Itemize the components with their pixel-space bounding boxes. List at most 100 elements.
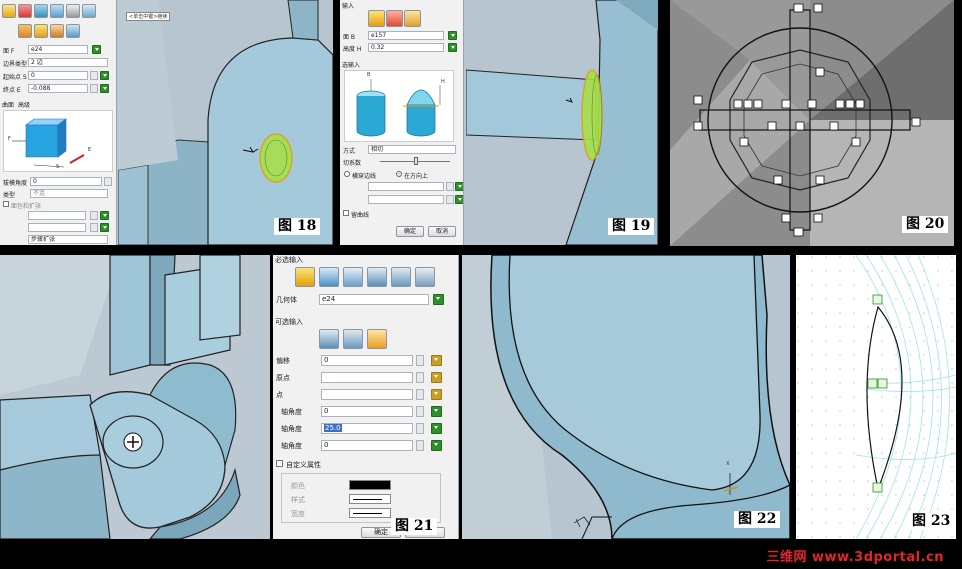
fig18-range-input[interactable] xyxy=(28,223,86,232)
fig18-end-pick[interactable] xyxy=(100,84,109,93)
fig21-row-style: 样式 xyxy=(273,493,458,506)
fig21-opt-icon-2[interactable] xyxy=(343,329,363,349)
fig21-offset-spinner[interactable] xyxy=(416,355,424,366)
fig18-checkbox[interactable] xyxy=(3,201,9,207)
fig18-direction-input[interactable] xyxy=(28,211,86,220)
fig19-extra-spinner-2[interactable] xyxy=(446,195,454,204)
fig21-geometry-input[interactable]: e24 xyxy=(319,294,429,305)
fig19-slider-thumb[interactable] xyxy=(414,157,418,165)
fig21-tool-icon-6[interactable] xyxy=(415,267,435,287)
fig18-end-spinner[interactable] xyxy=(90,84,98,93)
fig21-custom-attr-checkbox[interactable] xyxy=(276,460,283,467)
fig18-label: 拔模角度 xyxy=(3,180,28,187)
fig18-tool-icon-3[interactable] xyxy=(34,4,48,18)
fig19-extra-spinner-1[interactable] xyxy=(446,182,454,191)
fig19-extra-input-2[interactable] xyxy=(368,195,444,204)
fig19-extra-pick-2[interactable] xyxy=(455,195,463,204)
fig18-tool-icon-1[interactable] xyxy=(2,4,16,18)
fig18-tool-icon-9[interactable] xyxy=(50,24,64,38)
fig18-pick-button[interactable] xyxy=(92,45,101,54)
fig19-radio-direction[interactable] xyxy=(396,171,402,177)
fig19-height-input[interactable]: 0.32 xyxy=(368,43,444,52)
fig18-tool-icon-4[interactable] xyxy=(50,4,64,18)
fig21-angle-input-2[interactable]: 25.0 xyxy=(321,423,413,434)
fig19-viewport[interactable] xyxy=(466,0,658,245)
fig19-height-pick[interactable] xyxy=(448,43,457,52)
fig21-point-pick[interactable] xyxy=(431,389,442,400)
fig21-angle-input-1[interactable]: 0 xyxy=(321,406,413,417)
fig18-tool-icon-10[interactable] xyxy=(66,24,80,38)
fig18-range-spinner[interactable] xyxy=(90,223,98,232)
fig18-direction-pick[interactable] xyxy=(100,211,109,220)
fig18-start-input[interactable]: 0 xyxy=(28,71,88,80)
fig21-tool-icon-2[interactable] xyxy=(319,267,339,287)
fig21-color-swatch[interactable] xyxy=(349,480,391,490)
fig18-tool-icon-7[interactable] xyxy=(18,24,32,38)
fig18-property-panel: 面 F e24 边界类型 2 边 起始点 S 0 终点 E -0.088 曲面 … xyxy=(0,0,117,245)
fig19-mode-icon-3[interactable] xyxy=(404,10,421,27)
fig21-angle-spinner-2[interactable] xyxy=(416,423,424,434)
figure-22-panel: X 图 22 xyxy=(462,255,790,539)
fig18-direction-spinner[interactable] xyxy=(90,211,98,220)
fig18-tool-icon-5[interactable] xyxy=(66,4,80,18)
figure-21-panel: 必选输入 几何体 e24 可选输入 偏移 0 原点 点 轴角度 0 轴角度 25… xyxy=(273,255,459,539)
fig21-angle-input-3[interactable]: 0 xyxy=(321,440,413,451)
fig19-radio-cross[interactable] xyxy=(344,171,350,177)
fig21-tool-icon-3[interactable] xyxy=(343,267,363,287)
fig21-label: 轴角度 xyxy=(281,408,302,416)
fig19-extra-input-1[interactable] xyxy=(368,182,444,191)
fig21-point-input[interactable] xyxy=(321,389,413,400)
fig21-origin-spinner[interactable] xyxy=(416,372,424,383)
figure-19-panel: 输入 面 B e157 高度 H 0.32 选输入 B H 方式 相切 切系数 … xyxy=(340,0,658,245)
fig21-offset-input[interactable]: 0 xyxy=(321,355,413,366)
fig19-cancel-button[interactable]: 取消 xyxy=(428,226,456,237)
fig21-angle-spinner-3[interactable] xyxy=(416,440,424,451)
fig21-width-select[interactable] xyxy=(349,508,391,518)
fig21-row-angle-3: 轴角度 0 xyxy=(273,439,458,452)
fig19-checkbox[interactable] xyxy=(343,210,349,216)
fig21-opt-icon-1[interactable] xyxy=(319,329,339,349)
fig21-point-spinner[interactable] xyxy=(416,389,424,400)
fig18-tool-icon-6[interactable] xyxy=(82,4,96,18)
fig19-extra-pick-1[interactable] xyxy=(455,182,463,191)
fig18-boundary-select[interactable]: 2 边 xyxy=(28,58,108,67)
fig19-face-input[interactable]: e157 xyxy=(368,31,444,40)
fig18-tab-advanced[interactable]: 高级 xyxy=(18,100,30,109)
fig18-draft-input[interactable]: 0 xyxy=(30,177,102,186)
fig21-angle-spinner-1[interactable] xyxy=(416,406,424,417)
fig18-start-pick[interactable] xyxy=(100,71,109,80)
fig18-face-input[interactable]: e24 xyxy=(28,45,88,54)
fig21-attr-label: 样式 xyxy=(291,496,305,504)
fig21-opt-icon-3[interactable] xyxy=(367,329,387,349)
fig21-offset-pick[interactable] xyxy=(431,355,442,366)
fig18-type-select[interactable]: 不连 xyxy=(30,189,108,198)
fig19-method-select[interactable]: 相切 xyxy=(368,145,456,154)
fig21-angle-pick-2[interactable] xyxy=(431,423,442,434)
fig18-draft-spinner[interactable] xyxy=(104,177,112,186)
fig19-ok-button[interactable]: 确定 xyxy=(396,226,424,237)
fig19-face-pick[interactable] xyxy=(448,31,457,40)
fig18-start-spinner[interactable] xyxy=(90,71,98,80)
fig21-origin-input[interactable] xyxy=(321,372,413,383)
fig18-range-pick[interactable] xyxy=(100,223,109,232)
fig18-tool-icon-2[interactable] xyxy=(18,4,32,18)
fig21-angle-pick-3[interactable] xyxy=(431,440,442,451)
fig21-style-select[interactable] xyxy=(349,494,391,504)
fig18-preview-f: F xyxy=(8,136,11,142)
fig21-required-header: 必选输入 xyxy=(275,256,303,264)
fig21-tool-icon-5[interactable] xyxy=(391,267,411,287)
fig21-geometry-pick[interactable] xyxy=(433,294,444,305)
fig18-mode-select[interactable]: 步骤扩张 xyxy=(28,235,108,244)
fig21-angle-pick-1[interactable] xyxy=(431,406,442,417)
fig18-tab-surface[interactable]: 曲面 xyxy=(2,100,14,109)
fig19-mode-icon-2[interactable] xyxy=(386,10,403,27)
fig21-tool-icon-1[interactable] xyxy=(295,267,315,287)
fig21-row-offset: 偏移 0 xyxy=(273,354,458,367)
fig18-checkbox-label: 面包和扩张 xyxy=(11,203,42,210)
fig18-viewport[interactable]: <单击中键>继续 xyxy=(118,0,333,245)
fig19-mode-icon-1[interactable] xyxy=(368,10,385,27)
fig18-end-input[interactable]: -0.088 xyxy=(28,84,88,93)
fig21-tool-icon-4[interactable] xyxy=(367,267,387,287)
fig18-tool-icon-8[interactable] xyxy=(34,24,48,38)
fig21-origin-pick[interactable] xyxy=(431,372,442,383)
